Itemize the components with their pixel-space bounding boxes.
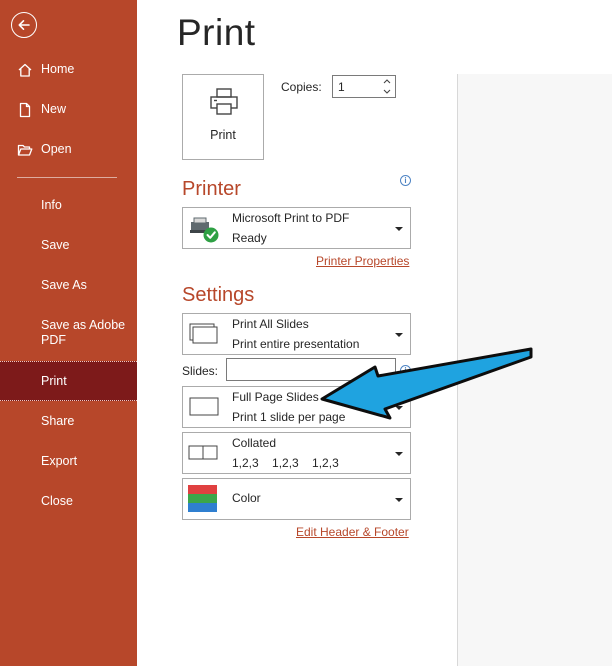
page-title: Print — [177, 12, 256, 53]
printer-icon — [210, 88, 238, 115]
chevron-down-icon — [395, 452, 403, 456]
layout-dropdown[interactable]: Full Page Slides Print 1 slide per page — [182, 386, 411, 428]
printer-heading: Printer — [182, 178, 241, 200]
nav-item-label: Export — [41, 454, 78, 468]
slides-input[interactable] — [226, 358, 396, 381]
copies-input[interactable]: 1 — [332, 75, 396, 98]
nav-item-label: Info — [41, 198, 62, 212]
back-arrow-icon — [18, 20, 30, 30]
nav-divider — [17, 177, 117, 178]
slides-label: Slides: — [182, 364, 219, 378]
color-title: Color — [232, 491, 261, 505]
full-page-slide-icon — [189, 397, 219, 416]
printer-ready-icon — [190, 217, 219, 243]
back-button[interactable] — [11, 12, 37, 38]
print-preview-pane — [458, 74, 612, 666]
chevron-down-icon — [395, 333, 403, 337]
layout-title: Full Page Slides — [232, 390, 319, 404]
open-folder-icon — [17, 144, 33, 156]
settings-heading: Settings — [182, 284, 255, 306]
nav-item-label: Save — [41, 238, 70, 252]
nav-item-save-as[interactable]: Save As — [0, 278, 137, 294]
color-dropdown[interactable]: Color — [182, 478, 411, 520]
nav-item-label: Save As — [41, 278, 87, 292]
layout-subtitle: Print 1 slide per page — [232, 410, 346, 424]
nav-item-home[interactable]: Home — [0, 62, 137, 78]
nav-item-label: Print — [41, 374, 67, 388]
nav-item-new[interactable]: New — [0, 102, 137, 118]
printer-name: Microsoft Print to PDF — [232, 211, 350, 225]
nav-item-save-as-adobe-pdf[interactable]: Save as Adobe PDF — [0, 318, 137, 350]
info-icon[interactable]: i — [400, 175, 411, 186]
print-range-title: Print All Slides — [232, 317, 309, 331]
nav-item-export[interactable]: Export — [0, 454, 137, 470]
print-button[interactable]: Print — [182, 74, 264, 160]
print-range-dropdown[interactable]: Print All Slides Print entire presentati… — [182, 313, 411, 355]
collation-subtitle: 1,2,3 1,2,3 1,2,3 — [232, 456, 339, 470]
copies-label: Copies: — [281, 80, 322, 94]
spin-down-icon[interactable] — [382, 87, 392, 96]
printer-dropdown[interactable]: Microsoft Print to PDF Ready — [182, 207, 411, 249]
printer-status: Ready — [232, 231, 267, 245]
collated-icon — [188, 445, 218, 460]
new-document-icon — [19, 102, 31, 118]
copies-value: 1 — [338, 80, 345, 94]
nav-item-save[interactable]: Save — [0, 238, 137, 254]
nav-item-label: Close — [41, 494, 73, 508]
collation-title: Collated — [232, 436, 277, 450]
chevron-down-icon — [395, 498, 403, 502]
spin-up-icon[interactable] — [382, 77, 392, 86]
edit-header-footer-link[interactable]: Edit Header & Footer — [296, 525, 409, 539]
backstage-nav: Home New Open Info Save Save As Save as … — [0, 0, 137, 666]
nav-item-label: New — [41, 102, 67, 116]
info-icon[interactable]: i — [400, 365, 411, 376]
chevron-down-icon — [395, 406, 403, 410]
nav-item-close[interactable]: Close — [0, 494, 137, 510]
collation-dropdown[interactable]: Collated 1,2,3 1,2,3 1,2,3 — [182, 432, 411, 474]
home-icon — [18, 63, 32, 77]
nav-item-label: Open — [41, 142, 72, 156]
print-button-label: Print — [210, 128, 236, 142]
preview-divider — [457, 74, 458, 666]
nav-item-label: Home — [41, 62, 75, 76]
nav-item-print[interactable]: Print — [0, 361, 137, 401]
nav-item-label: Save as Adobe PDF — [41, 318, 126, 347]
nav-item-info[interactable]: Info — [0, 198, 137, 214]
nav-item-label: Share — [41, 414, 75, 428]
nav-item-open[interactable]: Open — [0, 142, 137, 158]
printer-properties-link[interactable]: Printer Properties — [316, 254, 409, 268]
print-range-subtitle: Print entire presentation — [232, 337, 360, 351]
slides-stack-icon — [189, 323, 218, 344]
nav-item-share[interactable]: Share — [0, 414, 137, 430]
color-swatch-icon — [188, 485, 217, 512]
chevron-down-icon — [395, 227, 403, 231]
